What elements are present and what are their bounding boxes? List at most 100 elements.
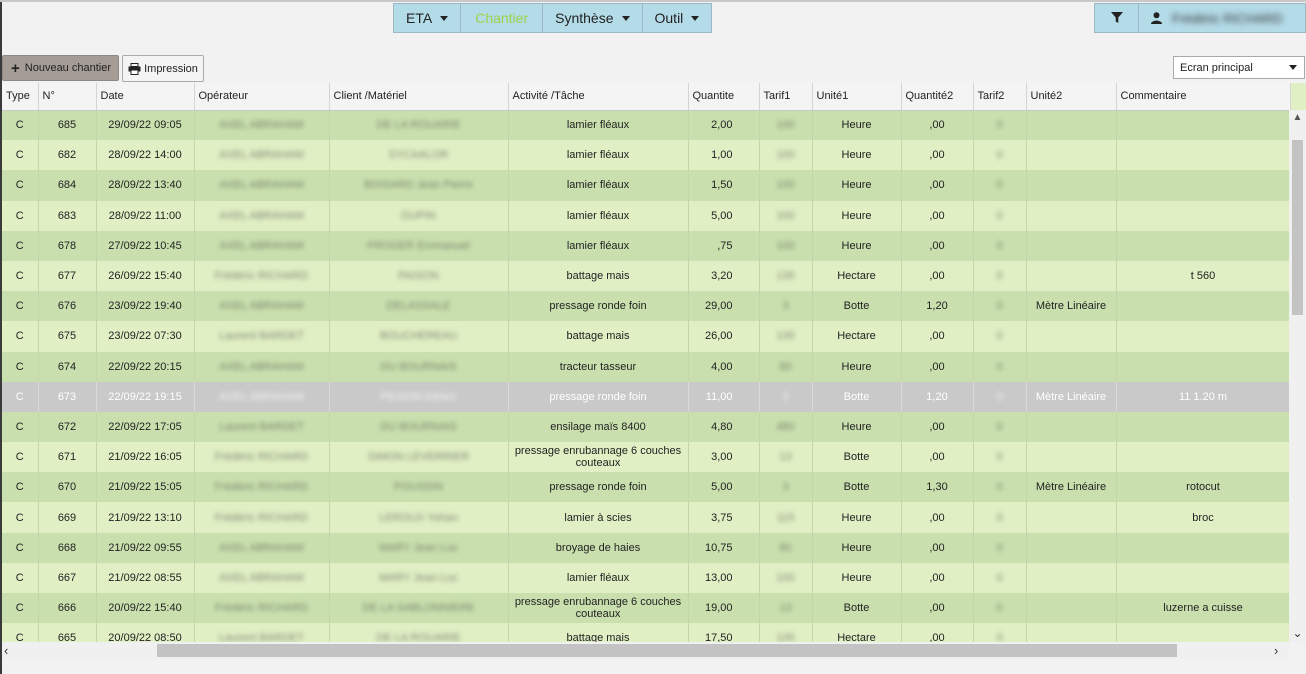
horizontal-scrollbar[interactable]: ‹ › xyxy=(2,642,1289,659)
table-cell: LEROUX Yohan xyxy=(329,502,509,533)
nav-eta[interactable]: ETA xyxy=(394,4,462,32)
table-cell: 1,30 xyxy=(901,472,974,503)
table-cell: 100 xyxy=(759,230,813,261)
table-cell: 0 xyxy=(973,140,1027,171)
chevron-down-icon xyxy=(1289,65,1297,70)
column-header[interactable]: Quantité2 xyxy=(901,83,974,111)
column-header[interactable]: Date xyxy=(96,83,195,111)
column-header[interactable]: Unité1 xyxy=(812,83,902,111)
table-cell: 10,75 xyxy=(688,532,760,563)
table-row[interactable]: C 684 28/09/22 13:40 AXEL ABRAHAM BOISARD Je… xyxy=(2,170,1291,201)
user-button[interactable]: Frédéric RICHARD xyxy=(1139,4,1305,32)
table-cell: 5,00 xyxy=(688,472,760,503)
scroll-up-icon[interactable]: ▲ xyxy=(1291,112,1304,125)
table-cell: Botte xyxy=(812,442,902,473)
column-header[interactable]: N° xyxy=(38,83,97,111)
redacted-text: DE LA ROUARIE xyxy=(376,632,461,642)
table-row[interactable]: C 673 22/09/22 19:15 AXEL ABRAHAM PEAION Adr… xyxy=(2,381,1291,412)
scroll-left-icon[interactable]: ‹ xyxy=(4,642,18,659)
column-header[interactable]: Commentaire xyxy=(1116,83,1291,111)
column-header[interactable]: Client /Matériel xyxy=(329,83,509,111)
table-row[interactable]: C 683 28/09/22 11:00 AXEL ABRAHAM DUPIN lamie… xyxy=(2,200,1291,231)
table-row[interactable]: C 671 21/09/22 16:05 Frédéric RICHARD SIMON … xyxy=(2,442,1291,473)
redacted-text: 100 xyxy=(776,179,795,192)
table-cell: ,00 xyxy=(901,502,974,533)
table-cell: C xyxy=(2,562,39,593)
redacted-text: 0 xyxy=(996,541,1003,554)
table-cell: 22/09/22 19:15 xyxy=(96,381,195,412)
filter-button[interactable] xyxy=(1095,4,1139,32)
table-cell: AXEL ABRAHAM xyxy=(194,291,330,322)
table-cell: 11,00 xyxy=(688,381,760,412)
table-cell: C xyxy=(2,532,39,563)
horizontal-scroll-thumb[interactable] xyxy=(157,644,1177,657)
print-button[interactable]: Impression xyxy=(122,55,204,82)
redacted-text: 0 xyxy=(996,632,1003,642)
table-row[interactable]: C 685 29/09/22 09:05 AXEL ABRAHAM DE LA ROUA… xyxy=(2,110,1291,141)
table-cell: 5,00 xyxy=(688,200,760,231)
nav-synthese[interactable]: Synthèse xyxy=(543,4,643,32)
redacted-text: 0 xyxy=(996,602,1003,615)
nav-chantier[interactable]: Chantier xyxy=(461,4,544,32)
table-cell: 100 xyxy=(759,140,813,171)
scroll-down-icon[interactable]: ⌄ xyxy=(1289,626,1306,640)
vertical-scrollbar[interactable]: ▲ xyxy=(1289,110,1306,642)
column-header[interactable]: Unité2 xyxy=(1026,83,1117,111)
filter-icon xyxy=(1110,12,1123,23)
column-header[interactable]: Quantite xyxy=(688,83,760,111)
table-row[interactable]: C 667 21/09/22 08:55 AXEL ABRAHAM MARY Jean … xyxy=(2,562,1291,593)
screen-select[interactable]: Ecran principal xyxy=(1173,56,1305,79)
redacted-text: AXEL ABRAHAM xyxy=(219,541,304,554)
nav-outil[interactable]: Outil xyxy=(643,4,712,32)
table-row[interactable]: C 678 27/09/22 10:45 AXEL ABRAHAM FROGER Emm… xyxy=(2,230,1291,261)
table-cell: tracteur tasseur xyxy=(508,351,689,382)
table-header-row: Type N° Date Opérateur Client /Matériel Activ… xyxy=(2,83,1291,111)
table-row[interactable]: C 675 23/09/22 07:30 Laurent BARDET BOUCHERE… xyxy=(2,321,1291,352)
redacted-text: AXEL ABRAHAM xyxy=(219,571,304,584)
table-row[interactable]: C 669 21/09/22 13:10 Frédéric RICHARD LEROUX… xyxy=(2,502,1291,533)
column-header[interactable]: Activité /Tâche xyxy=(508,83,689,111)
table-row[interactable]: C 670 21/09/22 15:05 Frédéric RICHARD POUSSI… xyxy=(2,472,1291,503)
redacted-text: FROGER Emmanuel xyxy=(367,239,470,252)
user-icon xyxy=(1151,12,1162,24)
scroll-right-icon[interactable]: › xyxy=(1274,642,1288,659)
column-header[interactable]: Tarif1 xyxy=(759,83,813,111)
table-row[interactable]: C 666 20/09/22 15:40 Frédéric RICHARD DE LA … xyxy=(2,593,1291,624)
redacted-text: BOISARD Jean Pierre xyxy=(364,179,473,192)
redacted-text: 100 xyxy=(776,571,795,584)
redacted-text: 0 xyxy=(996,119,1003,132)
table-row[interactable]: C 665 20/09/22 08:50 Laurent BARDET DE LA RO… xyxy=(2,623,1291,642)
table-cell: ,00 xyxy=(901,562,974,593)
column-header[interactable]: Opérateur xyxy=(194,83,330,111)
column-header[interactable]: Tarif2 xyxy=(973,83,1027,111)
table-row[interactable]: C 672 22/09/22 17:05 Laurent BARDET DU BOURN… xyxy=(2,411,1291,443)
redacted-text: MARY Jean Luc xyxy=(378,541,459,554)
table-cell: ,00 xyxy=(901,351,974,382)
redacted-text: 13 xyxy=(779,451,792,464)
vertical-scroll-thumb[interactable] xyxy=(1292,140,1303,315)
table-cell: 0 xyxy=(973,411,1027,443)
table-cell: Hectare xyxy=(812,260,902,292)
column-header[interactable]: Type xyxy=(2,83,39,111)
table-cell: 13 xyxy=(759,593,813,624)
table-cell: 21/09/22 09:55 xyxy=(96,532,195,563)
table-cell: Mètre Linéaire xyxy=(1026,291,1117,322)
table-cell: Heure xyxy=(812,532,902,563)
new-chantier-button[interactable]: + Nouveau chantier xyxy=(2,55,119,81)
table-cell: DE LA SABLONNIERE xyxy=(329,593,509,624)
table-cell: broc xyxy=(1116,502,1291,533)
table-row[interactable]: C 674 22/09/22 20:15 AXEL ABRAHAM DU BOURNAI… xyxy=(2,351,1291,382)
table-cell: Hectare xyxy=(812,623,902,642)
table-cell: BOISARD Jean Pierre xyxy=(329,170,509,201)
redacted-text: 135 xyxy=(776,270,795,283)
table-row[interactable]: C 682 28/09/22 14:00 AXEL ABRAHAM SYCAALOR la… xyxy=(2,140,1291,171)
redacted-text: 0 xyxy=(996,209,1003,222)
redacted-text: Laurent BARDET xyxy=(219,330,304,343)
table-cell: PEAION Adrien xyxy=(329,381,509,412)
table-cell: DE LA ROUARIE xyxy=(329,110,509,141)
table-row[interactable]: C 676 23/09/22 19:40 AXEL ABRAHAM DELASSALE p… xyxy=(2,291,1291,322)
redacted-text: DU BOURNAIS xyxy=(380,360,457,373)
table-row[interactable]: C 668 21/09/22 09:55 AXEL ABRAHAM MARY Jean … xyxy=(2,532,1291,563)
table-row[interactable]: C 677 26/09/22 15:40 Frédéric RICHARD PAISON… xyxy=(2,260,1291,292)
table-cell: ,00 xyxy=(901,623,974,642)
